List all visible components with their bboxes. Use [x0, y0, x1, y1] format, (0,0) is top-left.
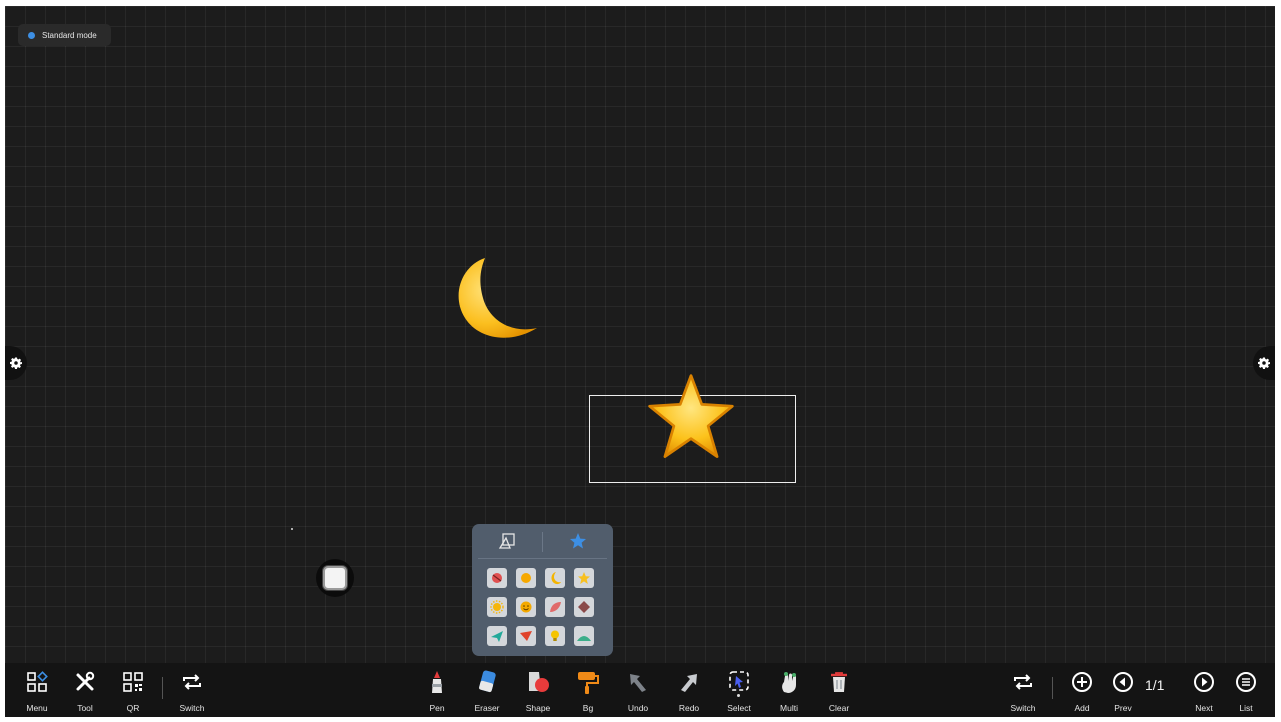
eraser-button[interactable]: Eraser [465, 669, 509, 713]
select-label: Select [727, 703, 751, 713]
moon-shape-icon [551, 572, 561, 585]
shape-icon [529, 672, 549, 692]
add-page-icon [1072, 672, 1092, 692]
multi-label: Multi [780, 703, 798, 713]
paint-roller-icon [578, 672, 599, 694]
bg-label: Bg [582, 703, 594, 713]
diamond-shape-icon [578, 601, 590, 613]
menu-button[interactable]: Menu [15, 669, 59, 713]
shape-option-paper-plane-shape[interactable] [487, 626, 507, 646]
bottom-toolbar: Menu Tool QR Switch Pen Eraser Shape Bg … [5, 663, 1275, 717]
shape-option-leaf-shape[interactable] [545, 597, 565, 617]
bright-sun-shape-icon [490, 600, 504, 614]
add-page-button[interactable]: Add [1060, 669, 1104, 713]
switch-right-button[interactable]: Switch [1001, 669, 1045, 713]
redo-button[interactable]: Redo [667, 669, 711, 713]
star-icon [569, 533, 586, 549]
moon-emoji-icon[interactable] [445, 250, 545, 350]
sun-shape-icon [521, 573, 531, 583]
whiteboard-canvas[interactable]: Standard mode Menu Tool QR Switch Pen Er… [5, 6, 1275, 717]
shape-panel [472, 524, 613, 656]
undo-label: Undo [627, 703, 649, 713]
floating-assistive-button[interactable] [316, 559, 354, 597]
prev-label: Prev [1114, 703, 1132, 713]
lightbulb-shape-icon [551, 630, 559, 641]
next-page-button[interactable]: Next [1182, 669, 1226, 713]
select-button[interactable]: Select [717, 669, 761, 713]
wedge-shape-icon [520, 631, 532, 641]
shape-option-diamond-shape[interactable] [574, 597, 594, 617]
next-page-icon [1194, 672, 1214, 692]
add-label: Add [1074, 703, 1090, 713]
clear-label: Clear [828, 703, 850, 713]
right-settings-button[interactable] [1253, 346, 1275, 380]
undo-icon [630, 674, 646, 692]
ball-shape-icon [492, 573, 502, 583]
list-label: List [1239, 703, 1253, 713]
shape-option-lightbulb-shape[interactable] [545, 626, 565, 646]
undo-button[interactable]: Undo [616, 669, 660, 713]
canvas-dot [291, 528, 293, 530]
redo-icon [681, 674, 697, 692]
shape-option-smiley-shape[interactable] [516, 597, 536, 617]
pen-button[interactable]: Pen [415, 669, 459, 713]
select-icon [729, 671, 749, 691]
qr-label: QR [126, 703, 140, 713]
qr-button[interactable]: QR [111, 669, 155, 713]
leaf-shape-icon [550, 602, 561, 612]
smiley-shape-icon [520, 601, 532, 613]
trash-icon [831, 672, 847, 692]
active-tool-indicator [737, 694, 740, 697]
page-list-button[interactable]: List [1224, 669, 1268, 713]
gear-icon [10, 357, 22, 369]
shape-option-ball-shape[interactable] [487, 568, 507, 588]
pen-label: Pen [429, 703, 445, 713]
gear-icon [1258, 357, 1270, 369]
switch-left-label: Switch [179, 703, 205, 713]
shape-option-sun-shape[interactable] [516, 568, 536, 588]
multi-button[interactable]: Multi [767, 669, 811, 713]
prev-page-icon [1113, 672, 1133, 692]
hill-shape-icon [577, 636, 591, 641]
pen-icon [432, 671, 442, 693]
mode-label: Standard mode [42, 30, 97, 40]
qr-code-icon [123, 672, 143, 692]
tool-button[interactable]: Tool [63, 669, 107, 713]
bg-button[interactable]: Bg [566, 669, 610, 713]
switch-icon [183, 674, 201, 690]
clear-button[interactable]: Clear [817, 669, 861, 713]
star-shape-icon [578, 572, 590, 584]
shape-option-moon-shape[interactable] [545, 568, 565, 588]
switch-icon [1014, 674, 1032, 690]
paper-plane-shape-icon [491, 631, 503, 642]
prev-page-button[interactable]: Prev [1101, 669, 1145, 713]
eraser-icon [479, 670, 496, 693]
shape-option-bright-sun-shape[interactable] [487, 597, 507, 617]
tool-label: Tool [77, 703, 93, 713]
shape-outline-icon [499, 533, 515, 549]
shape-option-wedge-shape[interactable] [516, 626, 536, 646]
shape-label: Shape [525, 703, 551, 713]
shape-option-hill-shape[interactable] [574, 626, 594, 646]
multi-touch-icon [782, 672, 796, 693]
shape-option-star-shape[interactable] [574, 568, 594, 588]
shape-button[interactable]: Shape [516, 669, 560, 713]
tab-shapes-outline[interactable] [472, 524, 543, 558]
star-emoji-icon[interactable] [645, 372, 737, 462]
list-icon [1236, 672, 1256, 692]
next-label: Next [1195, 703, 1213, 713]
switch-left-button[interactable]: Switch [170, 669, 214, 713]
redo-label: Redo [678, 703, 700, 713]
left-settings-button[interactable] [5, 346, 27, 380]
mode-badge[interactable]: Standard mode [18, 24, 111, 46]
tools-icon [76, 671, 95, 691]
eraser-label: Eraser [474, 703, 500, 713]
menu-label: Menu [26, 703, 48, 713]
tab-stickers[interactable] [543, 524, 614, 558]
mode-status-dot [28, 31, 35, 39]
floating-button-icon [323, 566, 347, 590]
switch-right-label: Switch [1010, 703, 1036, 713]
menu-grid-icon [27, 671, 48, 692]
page-indicator: 1/1 [1145, 677, 1165, 693]
